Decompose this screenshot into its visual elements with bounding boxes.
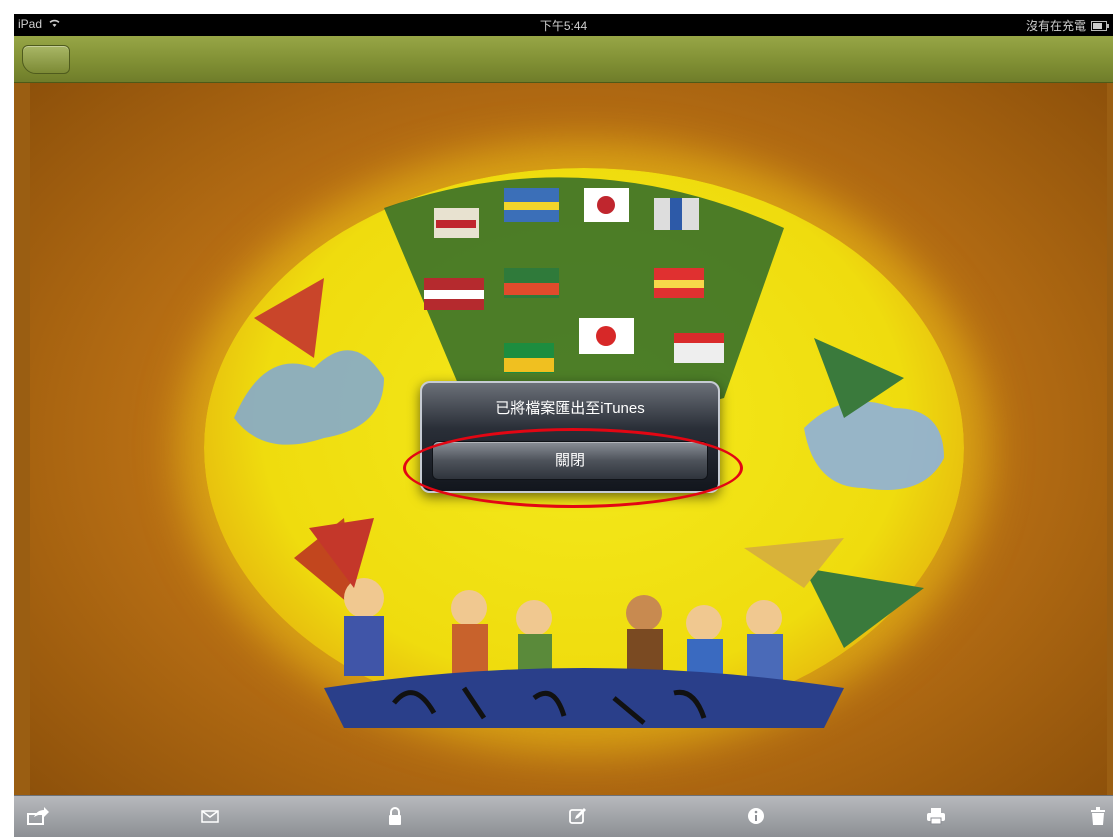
mail-icon[interactable]	[198, 805, 222, 827]
right-pennant-top	[814, 338, 904, 418]
status-time: 下午5:44	[539, 19, 588, 33]
charging-status: 沒有在充電	[1025, 19, 1086, 33]
status-right: 沒有在充電	[1025, 17, 1109, 34]
alert-message: 已將檔案匯出至iTunes	[495, 400, 645, 417]
right-pennant-bottom	[804, 568, 924, 648]
trash-icon[interactable]	[1086, 805, 1110, 827]
alert-dialog: 已將檔案匯出至iTunes 關閉	[420, 381, 720, 493]
back-button[interactable]	[22, 45, 70, 74]
left-cloud	[234, 350, 384, 445]
lock-icon[interactable]	[383, 805, 407, 827]
status-bar: iPad 下午5:44 沒有在充電	[14, 14, 1113, 36]
bottom-toolbar	[14, 795, 1113, 837]
content-area: 已將檔案匯出至iTunes 關閉	[14, 83, 1113, 795]
edit-icon[interactable]	[566, 805, 590, 827]
right-cloud	[804, 401, 944, 490]
navigation-bar	[14, 36, 1113, 83]
share-icon[interactable]	[26, 805, 50, 827]
close-button[interactable]: 關閉	[432, 441, 708, 480]
battery-icon	[1091, 20, 1109, 31]
print-icon[interactable]	[924, 805, 948, 827]
info-icon[interactable]	[744, 805, 768, 827]
left-pennant	[254, 278, 324, 358]
children-figures	[309, 518, 783, 687]
